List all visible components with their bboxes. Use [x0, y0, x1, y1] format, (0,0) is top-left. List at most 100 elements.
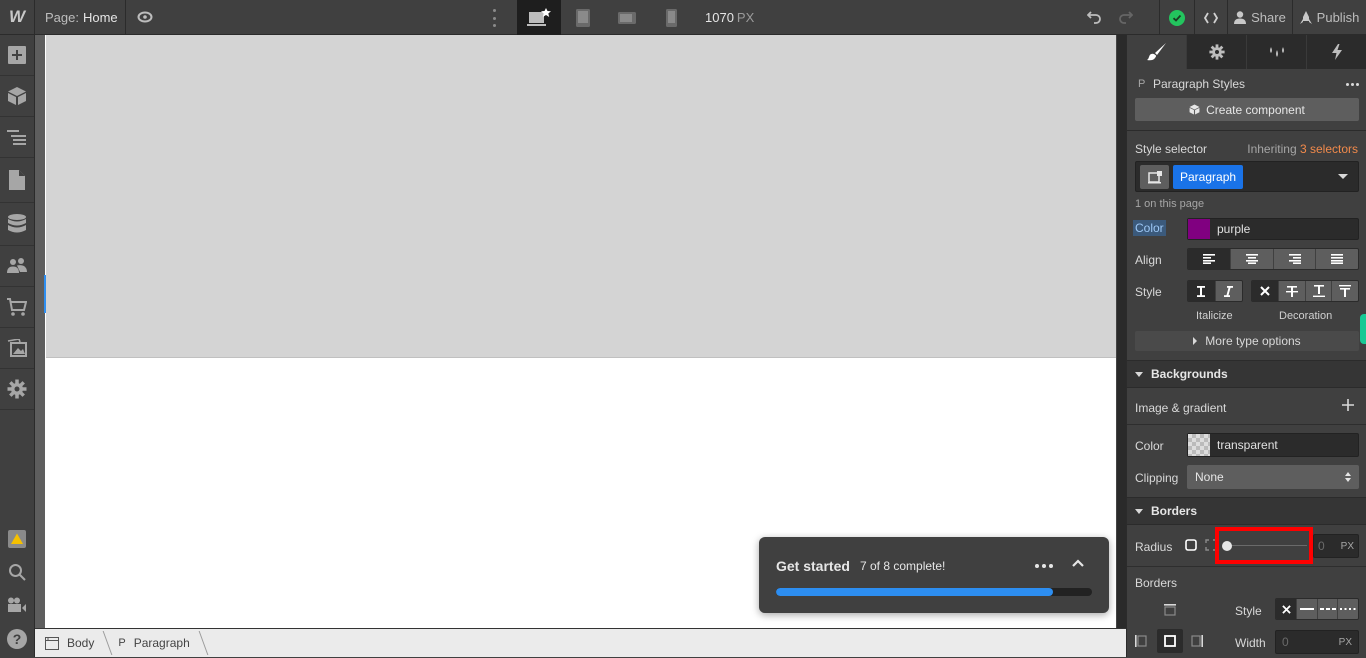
align-right-button[interactable] [1272, 249, 1316, 269]
webflow-logo[interactable]: W [0, 0, 35, 35]
add-elements-button[interactable] [0, 35, 34, 76]
add-background-button[interactable] [1342, 399, 1354, 414]
share-button[interactable]: Share [1227, 0, 1292, 35]
bg-color-field[interactable]: transparent [1187, 433, 1359, 457]
publish-button[interactable]: Publish [1292, 0, 1366, 35]
selector-chip-paragraph[interactable]: Paragraph [1173, 165, 1244, 189]
assets-button[interactable] [0, 328, 34, 369]
borders-section-header[interactable]: Borders [1127, 497, 1366, 525]
strikethrough-icon [1286, 285, 1299, 297]
breadcrumb-item-paragraph[interactable]: P Paragraph [104, 629, 199, 658]
video-tutorials-button[interactable] [0, 588, 34, 621]
navigator-icon [7, 130, 26, 145]
decoration-underline-button[interactable] [1304, 281, 1332, 301]
canvas-width-unit: PX [736, 10, 755, 25]
ecommerce-button[interactable] [0, 287, 34, 328]
align-left-button[interactable] [1188, 249, 1231, 269]
get-started-progress [776, 588, 1092, 596]
breadcrumb-item-body[interactable]: Body [35, 629, 104, 658]
align-justify-icon [1331, 254, 1344, 264]
redo-button[interactable] [1117, 9, 1134, 28]
chevron-down-icon[interactable] [1338, 174, 1348, 179]
align-right-icon [1288, 254, 1301, 264]
border-width-input[interactable]: 0 PX [1275, 630, 1359, 654]
align-label: Align [1135, 253, 1162, 267]
italic-italic-button[interactable] [1214, 281, 1242, 301]
audit-button[interactable] [0, 522, 34, 555]
border-all-button[interactable] [1157, 629, 1183, 653]
border-style-solid-button[interactable] [1296, 599, 1317, 619]
borders-heading: Borders [1151, 504, 1198, 518]
border-style-control [1275, 598, 1359, 620]
share-label: Share [1251, 10, 1286, 25]
updown-caret-icon [1345, 472, 1351, 482]
page-prefix: Page: [45, 9, 79, 25]
cms-button[interactable] [0, 203, 34, 246]
more-type-options-button[interactable]: More type options [1135, 331, 1359, 351]
preview-button[interactable] [130, 11, 160, 23]
tab-interactions[interactable] [1306, 35, 1366, 69]
backgrounds-section-header[interactable]: Backgrounds [1127, 360, 1366, 388]
check-circle-icon [1169, 9, 1185, 26]
get-started-more-button[interactable] [1035, 564, 1053, 568]
warning-icon [8, 529, 26, 548]
color-swatch[interactable] [1188, 219, 1210, 239]
device-tablet[interactable] [561, 0, 605, 35]
tab-style-manager[interactable] [1246, 35, 1306, 69]
panel-side-handle[interactable] [1360, 314, 1366, 344]
canvas-scrollbar[interactable] [1116, 35, 1126, 628]
radius-all-corners-button[interactable] [1185, 539, 1197, 554]
users-button[interactable] [0, 246, 34, 287]
device-desktop-base[interactable] [517, 0, 561, 35]
rocket-icon [1299, 10, 1312, 24]
settings-button[interactable] [0, 369, 34, 410]
device-mobile-portrait[interactable] [649, 0, 693, 35]
inheriting-selectors-link[interactable]: 3 selectors [1300, 142, 1358, 156]
element-more-button[interactable] [1346, 83, 1359, 86]
pages-button[interactable] [0, 158, 34, 203]
color-label[interactable]: Color [1133, 220, 1166, 236]
help-button[interactable]: ? [0, 621, 34, 657]
code-export-button[interactable] [1194, 0, 1227, 35]
decoration-none-button[interactable] [1252, 281, 1279, 301]
cube-icon [8, 87, 26, 105]
tablet-icon [576, 8, 590, 27]
create-component-button[interactable]: Create component [1135, 98, 1359, 121]
text-color-field[interactable]: purple [1187, 218, 1359, 240]
style-selector-input[interactable]: Paragraph [1135, 161, 1359, 192]
device-mobile-landscape[interactable] [605, 0, 649, 35]
decoration-strikethrough-button[interactable] [1278, 281, 1305, 301]
border-left-icon [1135, 635, 1147, 647]
align-justify-button[interactable] [1315, 249, 1358, 269]
transparent-swatch[interactable] [1188, 434, 1210, 456]
mobile-portrait-icon [665, 8, 677, 27]
hero-section[interactable] [46, 35, 1117, 358]
border-style-none-button[interactable] [1276, 599, 1297, 619]
navigator-button[interactable] [0, 117, 34, 158]
undo-button[interactable] [1086, 9, 1103, 28]
more-type-options-label: More type options [1205, 334, 1301, 348]
align-center-button[interactable] [1230, 249, 1273, 269]
get-started-collapse-button[interactable] [1071, 557, 1085, 571]
tab-settings[interactable] [1186, 35, 1246, 69]
undo-icon [1086, 11, 1101, 24]
radius-input[interactable]: 0 PX [1313, 534, 1359, 558]
left-toolbar: ? [0, 35, 35, 657]
selection-indicator [44, 275, 46, 313]
save-status[interactable] [1159, 0, 1194, 35]
search-button[interactable] [0, 555, 34, 588]
border-style-dotted-button[interactable] [1337, 599, 1358, 619]
components-button[interactable] [0, 76, 34, 117]
page-selector[interactable]: Page: Home [35, 0, 126, 35]
border-right-button[interactable] [1191, 635, 1203, 650]
italic-regular-button[interactable] [1188, 281, 1215, 301]
border-left-button[interactable] [1135, 635, 1147, 650]
more-options-button[interactable] [488, 9, 500, 27]
border-style-dashed-button[interactable] [1316, 599, 1338, 619]
tab-style[interactable] [1127, 35, 1186, 69]
clipping-select[interactable]: None [1187, 465, 1359, 489]
caret-down-icon [1135, 371, 1143, 377]
border-top-button[interactable] [1164, 604, 1176, 619]
selector-type-button[interactable] [1140, 165, 1169, 189]
decoration-overline-button[interactable] [1331, 281, 1358, 301]
